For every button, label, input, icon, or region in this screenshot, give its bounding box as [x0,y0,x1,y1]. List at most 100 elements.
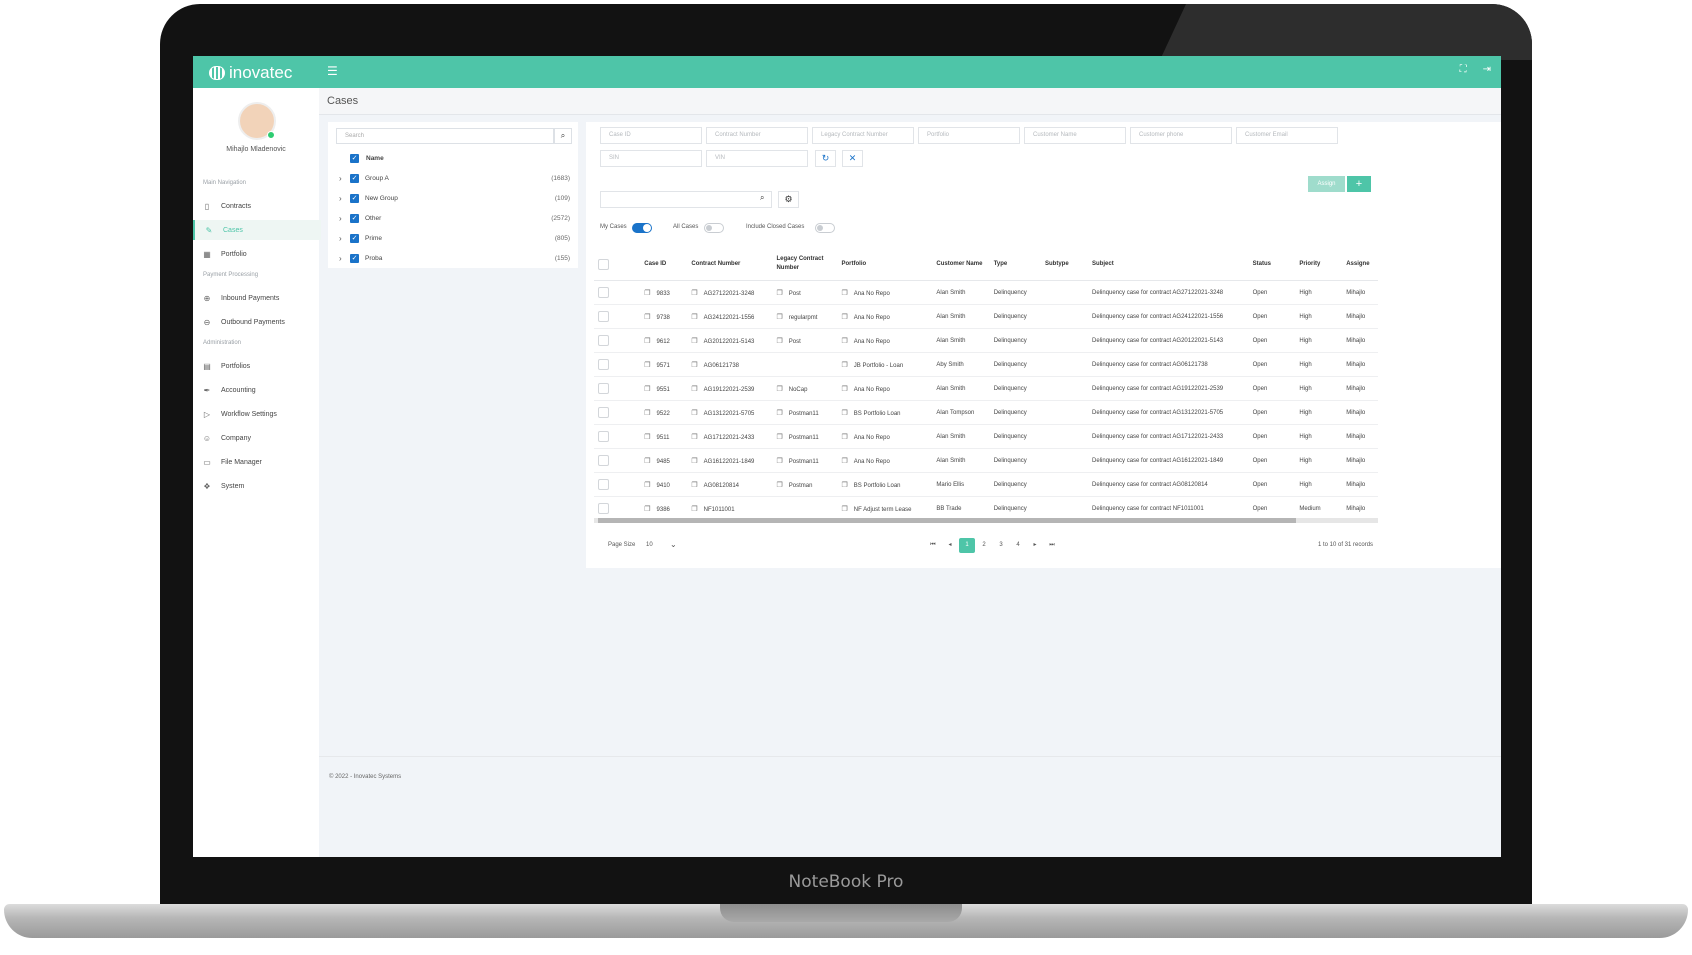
legacy-cell[interactable]: ❐ Post [772,280,838,305]
copy-icon[interactable]: ❐ [644,314,650,321]
copy-icon[interactable]: ❐ [776,458,782,465]
contract-cell[interactable]: ❐ AG19122021-2539 [687,376,773,401]
first-page-icon[interactable]: ⏮ [925,538,941,553]
contract-cell[interactable]: ❐ AG13122021-5705 [687,400,773,425]
tree-group-row[interactable]: › ✓ Group A (1683) [328,174,578,188]
copy-icon[interactable]: ❐ [776,434,782,441]
col-legacy-contract-number[interactable]: Legacy Contract Number [772,248,838,281]
chevron-down-icon[interactable]: ⌄ [670,540,677,549]
case-id-cell[interactable]: ❐ 9522 [640,400,688,425]
copy-icon[interactable]: ❐ [776,482,782,489]
add-case-button[interactable]: + [1347,176,1371,192]
row-checkbox[interactable] [598,287,609,298]
copy-icon[interactable]: ❐ [644,362,650,369]
app-logo[interactable]: inovatec [209,63,292,83]
copy-icon[interactable]: ❐ [691,434,697,441]
copy-icon[interactable]: ❐ [691,362,697,369]
contract-cell[interactable]: ❐ AG16122021-1849 [687,448,773,473]
portfolio-cell[interactable]: ❐ BS Portfolio Loan [837,400,933,425]
col-priority[interactable]: Priority [1295,248,1343,281]
copy-icon[interactable]: ❐ [691,410,697,417]
menu-icon[interactable]: ☰ [327,64,338,78]
copy-icon[interactable]: ❐ [691,338,697,345]
copy-icon[interactable]: ❐ [691,506,697,513]
table-row[interactable]: ❐ 9571 ❐ AG06121738 ❐ JB Portfolio - Loan Aby … [594,352,1378,377]
legacy-cell[interactable]: ❐ Postman11 [772,400,838,425]
col-portfolio[interactable]: Portfolio [837,248,933,281]
tree-search-input[interactable]: Search [336,128,554,144]
case-id-cell[interactable]: ❐ 9410 [640,472,688,497]
fullscreen-icon[interactable]: ⛶ [1460,64,1467,75]
group-checkbox[interactable]: ✓ [350,234,359,243]
copy-icon[interactable]: ❐ [842,290,848,297]
legacy-cell[interactable]: ❐ Postman [772,472,838,497]
portfolio-cell[interactable]: ❐ Ana No Repo [837,448,933,473]
table-row[interactable]: ❐ 9386 ❐ NF1011001 ❐ NF Adjust term Lease BB T… [594,496,1378,521]
page-1-button[interactable]: 1 [959,538,975,553]
table-row[interactable]: ❐ 9833 ❐ AG27122021-3248 ❐ Post ❐ Ana No Repo Al… [594,280,1378,305]
legacy-cell[interactable] [772,352,838,377]
assign-button[interactable]: Assign [1308,176,1345,192]
copy-icon[interactable]: ❐ [842,506,848,513]
col-assignee[interactable]: Assigne [1342,248,1378,281]
copy-icon[interactable]: ❐ [776,338,782,345]
page-2-button[interactable]: 2 [976,538,992,553]
copy-icon[interactable]: ❐ [842,338,848,345]
copy-icon[interactable]: ❐ [644,434,650,441]
copy-icon[interactable]: ❐ [842,458,848,465]
case-id-cell[interactable]: ❐ 9551 [640,376,688,401]
copy-icon[interactable]: ❐ [842,314,848,321]
vin-filter[interactable]: VIN [706,150,808,167]
row-checkbox[interactable] [598,479,609,490]
case-id-cell[interactable]: ❐ 9738 [640,304,688,329]
select-all-checkbox[interactable]: ✓ [350,154,359,163]
avatar[interactable] [238,102,276,140]
copy-icon[interactable]: ❐ [776,290,782,297]
select-all-rows-checkbox[interactable] [598,258,609,270]
sidebar-item-accounting[interactable]: ✒ Accounting [193,380,319,400]
logout-icon[interactable]: ⇥ [1483,64,1491,75]
page-4-button[interactable]: 4 [1010,538,1026,553]
sidebar-item-workflow-settings[interactable]: ▷ Workflow Settings [193,404,319,424]
contract-cell[interactable]: ❐ NF1011001 [687,496,773,521]
contract-cell[interactable]: ❐ AG20122021-5143 [687,328,773,353]
copy-icon[interactable]: ❐ [644,410,650,417]
portfolio-cell[interactable]: ❐ NF Adjust term Lease [837,496,933,521]
table-row[interactable]: ❐ 9522 ❐ AG13122021-5705 ❐ Postman11 ❐ BS Portf… [594,400,1378,425]
portfolio-cell[interactable]: ❐ JB Portfolio - Loan [837,352,933,377]
last-page-icon[interactable]: ⏭ [1044,538,1060,553]
row-checkbox[interactable] [598,383,609,394]
table-row[interactable]: ❐ 9551 ❐ AG19122021-2539 ❐ NoCap ❐ Ana No Repo A… [594,376,1378,401]
copy-icon[interactable]: ❐ [842,434,848,441]
contract-cell[interactable]: ❐ AG06121738 [687,352,773,377]
legacy-cell[interactable]: ❐ regularpmt [772,304,838,329]
sidebar-item-cases[interactable]: ✎ Cases [193,220,321,240]
copy-icon[interactable]: ❐ [776,314,782,321]
search-icon[interactable]: ⌕ [760,193,764,203]
sidebar-item-inbound-payments[interactable]: ⊕ Inbound Payments [193,288,319,308]
copy-icon[interactable]: ❐ [644,482,650,489]
copy-icon[interactable]: ❐ [691,458,697,465]
case-id-cell[interactable]: ❐ 9386 [640,496,688,521]
row-checkbox[interactable] [598,431,609,442]
col-case-id[interactable]: Case ID [640,248,688,281]
chevron-right-icon[interactable]: › [339,234,342,243]
scrollbar-thumb[interactable] [598,518,1296,523]
copy-icon[interactable]: ❐ [776,386,782,393]
portfolio-cell[interactable]: ❐ Ana No Repo [837,328,933,353]
table-row[interactable]: ❐ 9612 ❐ AG20122021-5143 ❐ Post ❐ Ana No Repo Al… [594,328,1378,353]
legacy-cell[interactable] [772,496,838,521]
copy-icon[interactable]: ❐ [644,506,650,513]
legacy-cell[interactable]: ❐ Postman11 [772,448,838,473]
group-checkbox[interactable]: ✓ [350,214,359,223]
case-id-cell[interactable]: ❐ 9485 [640,448,688,473]
table-search-input[interactable] [600,191,772,208]
copy-icon[interactable]: ❐ [691,314,697,321]
col-subject[interactable]: Subject [1088,248,1249,281]
prev-page-icon[interactable]: ◂ [942,538,958,553]
sin-filter[interactable]: SIN [600,150,702,167]
col-subtype[interactable]: Subtype [1041,248,1089,281]
sidebar-item-company[interactable]: ☺ Company [193,428,319,448]
table-row[interactable]: ❐ 9485 ❐ AG16122021-1849 ❐ Postman11 ❐ Ana No R… [594,448,1378,473]
case-id-cell[interactable]: ❐ 9612 [640,328,688,353]
